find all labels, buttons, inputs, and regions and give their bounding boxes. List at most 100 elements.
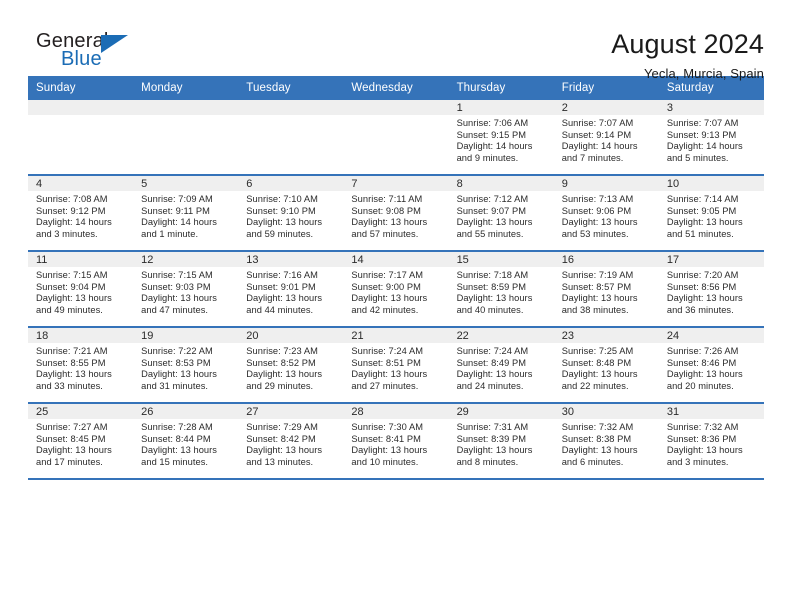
day-details: Sunrise: 7:14 AM Sunset: 9:05 PM Daylight:… [659, 191, 764, 240]
sunset-time: Sunset: 9:11 PM [141, 205, 210, 216]
day-details: Sunrise: 7:24 AM Sunset: 8:51 PM Daylight:… [343, 343, 448, 392]
calendar-cell-day[interactable]: 26 Sunrise: 7:28 AM Sunset: 8:44 PM Dayligh… [133, 402, 239, 478]
day-number [133, 100, 239, 115]
calendar-cell-day[interactable]: 1 Sunrise: 7:06 AM Sunset: 9:15 PM Daylight… [448, 100, 554, 175]
sunrise-time: Sunrise: 7:22 AM [141, 346, 213, 356]
day-number: 23 [553, 328, 659, 343]
day-cell: 9 Sunrise: 7:13 AM Sunset: 9:06 PM Daylight… [553, 176, 659, 250]
calendar-cell-day[interactable]: 21 Sunrise: 7:24 AM Sunset: 8:51 PM Dayligh… [343, 326, 449, 403]
day-cell: 5 Sunrise: 7:09 AM Sunset: 9:11 PM Daylight… [133, 176, 239, 250]
daylight-duration: Daylight: 13 hours and 49 minutes. [36, 293, 112, 315]
calendar-cell-day[interactable]: 31 Sunrise: 7:32 AM Sunset: 8:36 PM Dayligh… [658, 402, 764, 478]
daylight-duration: Daylight: 13 hours and 40 minutes. [456, 293, 533, 315]
day-cell: 25 Sunrise: 7:27 AM Sunset: 8:45 PM Dayligh… [28, 404, 134, 478]
sunset-time: Sunset: 9:06 PM [561, 205, 632, 216]
calendar-cell-empty [133, 100, 239, 175]
day-number: 11 [28, 252, 134, 267]
sunrise-time: Sunrise: 7:11 AM [351, 194, 423, 204]
calendar-cell-day[interactable]: 9 Sunrise: 7:13 AM Sunset: 9:06 PM Daylight… [553, 174, 659, 251]
sunrise-time: Sunrise: 7:13 AM [561, 194, 634, 204]
day-cell [28, 100, 134, 174]
calendar-cell-day[interactable]: 8 Sunrise: 7:12 AM Sunset: 9:07 PM Daylight… [448, 174, 554, 251]
page-title: August 2024 [611, 29, 764, 59]
day-details: Sunrise: 7:25 AM Sunset: 8:48 PM Daylight:… [554, 343, 659, 392]
calendar-cell-day[interactable]: 4 Sunrise: 7:08 AM Sunset: 9:12 PM Daylight… [28, 174, 134, 251]
sunset-time: Sunset: 8:48 PM [561, 357, 632, 368]
daylight-duration: Daylight: 13 hours and 55 minutes. [456, 217, 533, 239]
calendar-cell-day[interactable]: 13 Sunrise: 7:16 AM Sunset: 9:01 PM Dayligh… [238, 250, 344, 327]
day-number: 8 [448, 176, 554, 191]
calendar-cell-day[interactable]: 5 Sunrise: 7:09 AM Sunset: 9:11 PM Daylight… [133, 174, 239, 251]
daylight-duration: Daylight: 13 hours and 44 minutes. [246, 293, 323, 315]
day-cell: 17 Sunrise: 7:20 AM Sunset: 8:56 PM Dayligh… [658, 252, 764, 326]
day-details: Sunrise: 7:23 AM Sunset: 8:52 PM Daylight:… [238, 343, 343, 392]
daylight-duration: Daylight: 13 hours and 22 minutes. [561, 369, 638, 391]
calendar-cell-day[interactable]: 25 Sunrise: 7:27 AM Sunset: 8:45 PM Dayligh… [28, 402, 134, 478]
day-details: Sunrise: 7:12 AM Sunset: 9:07 PM Daylight:… [449, 191, 554, 240]
calendar-cell-day[interactable]: 10 Sunrise: 7:14 AM Sunset: 9:05 PM Dayligh… [658, 174, 764, 251]
day-number: 5 [133, 176, 239, 191]
sunset-time: Sunset: 8:56 PM [666, 281, 737, 292]
day-details: Sunrise: 7:32 AM Sunset: 8:36 PM Daylight:… [659, 419, 764, 468]
calendar-cell-day[interactable]: 6 Sunrise: 7:10 AM Sunset: 9:10 PM Daylight… [238, 174, 344, 251]
day-number: 24 [658, 328, 764, 343]
day-number: 20 [238, 328, 344, 343]
day-details: Sunrise: 7:13 AM Sunset: 9:06 PM Daylight:… [554, 191, 659, 240]
day-cell: 6 Sunrise: 7:10 AM Sunset: 9:10 PM Daylight… [238, 176, 344, 250]
calendar-cell-day[interactable]: 19 Sunrise: 7:22 AM Sunset: 8:53 PM Dayligh… [133, 326, 239, 403]
sunset-time: Sunset: 9:01 PM [246, 281, 316, 292]
calendar-cell-day[interactable]: 16 Sunrise: 7:19 AM Sunset: 8:57 PM Dayligh… [553, 250, 659, 327]
sunset-time: Sunset: 9:10 PM [246, 205, 316, 216]
day-cell: 18 Sunrise: 7:21 AM Sunset: 8:55 PM Dayligh… [28, 328, 134, 402]
sunrise-time: Sunrise: 7:18 AM [456, 270, 529, 280]
sunrise-time: Sunrise: 7:16 AM [246, 270, 318, 280]
day-number: 4 [28, 176, 134, 191]
sunrise-time: Sunrise: 7:10 AM [246, 194, 318, 204]
calendar-cell-day[interactable]: 12 Sunrise: 7:15 AM Sunset: 9:03 PM Dayligh… [133, 250, 239, 327]
sunset-time: Sunset: 9:12 PM [36, 205, 106, 216]
sunset-time: Sunset: 8:39 PM [456, 433, 527, 444]
day-number: 9 [553, 176, 659, 191]
day-cell: 15 Sunrise: 7:18 AM Sunset: 8:59 PM Dayligh… [448, 252, 554, 326]
calendar-cell-day[interactable]: 15 Sunrise: 7:18 AM Sunset: 8:59 PM Dayligh… [448, 250, 554, 327]
calendar-cell-day[interactable]: 20 Sunrise: 7:23 AM Sunset: 8:52 PM Dayligh… [238, 326, 344, 403]
calendar-cell-day[interactable]: 17 Sunrise: 7:20 AM Sunset: 8:56 PM Dayligh… [658, 250, 764, 327]
general-blue-logo[interactable]: General Blue [28, 30, 158, 76]
calendar-cell-day[interactable]: 18 Sunrise: 7:21 AM Sunset: 8:55 PM Dayligh… [28, 326, 134, 403]
calendar-cell-day[interactable]: 11 Sunrise: 7:15 AM Sunset: 9:04 PM Dayligh… [28, 250, 134, 327]
calendar-cell-day[interactable]: 7 Sunrise: 7:11 AM Sunset: 9:08 PM Daylight… [343, 174, 449, 251]
day-details: Sunrise: 7:09 AM Sunset: 9:11 PM Daylight:… [133, 191, 238, 240]
calendar-cell-day[interactable]: 28 Sunrise: 7:30 AM Sunset: 8:41 PM Dayligh… [343, 402, 449, 478]
daylight-duration: Daylight: 13 hours and 17 minutes. [36, 445, 112, 467]
sunset-time: Sunset: 9:05 PM [666, 205, 737, 216]
sunset-time: Sunset: 8:42 PM [246, 433, 316, 444]
daylight-duration: Daylight: 13 hours and 31 minutes. [141, 369, 217, 391]
calendar-cell-day[interactable]: 29 Sunrise: 7:31 AM Sunset: 8:39 PM Dayligh… [448, 402, 554, 478]
calendar-cell-day[interactable]: 14 Sunrise: 7:17 AM Sunset: 9:00 PM Dayligh… [343, 250, 449, 327]
day-details: Sunrise: 7:27 AM Sunset: 8:45 PM Daylight:… [28, 419, 133, 468]
calendar-cell-day[interactable]: 2 Sunrise: 7:07 AM Sunset: 9:14 PM Daylight… [553, 100, 659, 175]
calendar-cell-day[interactable]: 27 Sunrise: 7:29 AM Sunset: 8:42 PM Dayligh… [238, 402, 344, 478]
sunrise-time: Sunrise: 7:32 AM [561, 422, 634, 432]
day-number: 21 [343, 328, 449, 343]
day-details: Sunrise: 7:06 AM Sunset: 9:15 PM Daylight:… [449, 115, 554, 164]
calendar-cell-day[interactable]: 30 Sunrise: 7:32 AM Sunset: 8:38 PM Dayligh… [553, 402, 659, 478]
calendar-cell-day[interactable]: 24 Sunrise: 7:26 AM Sunset: 8:46 PM Dayligh… [658, 326, 764, 403]
day-details: Sunrise: 7:08 AM Sunset: 9:12 PM Daylight:… [28, 191, 133, 240]
sunset-time: Sunset: 8:52 PM [246, 357, 316, 368]
calendar-cell-day[interactable]: 23 Sunrise: 7:25 AM Sunset: 8:48 PM Dayligh… [553, 326, 659, 403]
sunrise-time: Sunrise: 7:24 AM [456, 346, 529, 356]
sunrise-time: Sunrise: 7:27 AM [36, 422, 108, 432]
day-details: Sunrise: 7:16 AM Sunset: 9:01 PM Daylight:… [238, 267, 343, 316]
day-details: Sunrise: 7:24 AM Sunset: 8:49 PM Daylight:… [449, 343, 554, 392]
day-details: Sunrise: 7:28 AM Sunset: 8:44 PM Daylight:… [133, 419, 238, 468]
weekday-header-tuesday: Tuesday [238, 76, 344, 100]
calendar-cell-day[interactable]: 3 Sunrise: 7:07 AM Sunset: 9:13 PM Daylight… [658, 100, 764, 175]
sunrise-sunset-calendar: Sunday Monday Tuesday Wednesday Thursday… [28, 76, 764, 478]
daylight-duration: Daylight: 13 hours and 10 minutes. [351, 445, 428, 467]
sunrise-time: Sunrise: 7:07 AM [561, 118, 634, 128]
day-number: 7 [343, 176, 449, 191]
day-cell: 8 Sunrise: 7:12 AM Sunset: 9:07 PM Daylight… [448, 176, 554, 250]
calendar-cell-day[interactable]: 22 Sunrise: 7:24 AM Sunset: 8:49 PM Dayligh… [448, 326, 554, 403]
sunrise-time: Sunrise: 7:31 AM [456, 422, 529, 432]
